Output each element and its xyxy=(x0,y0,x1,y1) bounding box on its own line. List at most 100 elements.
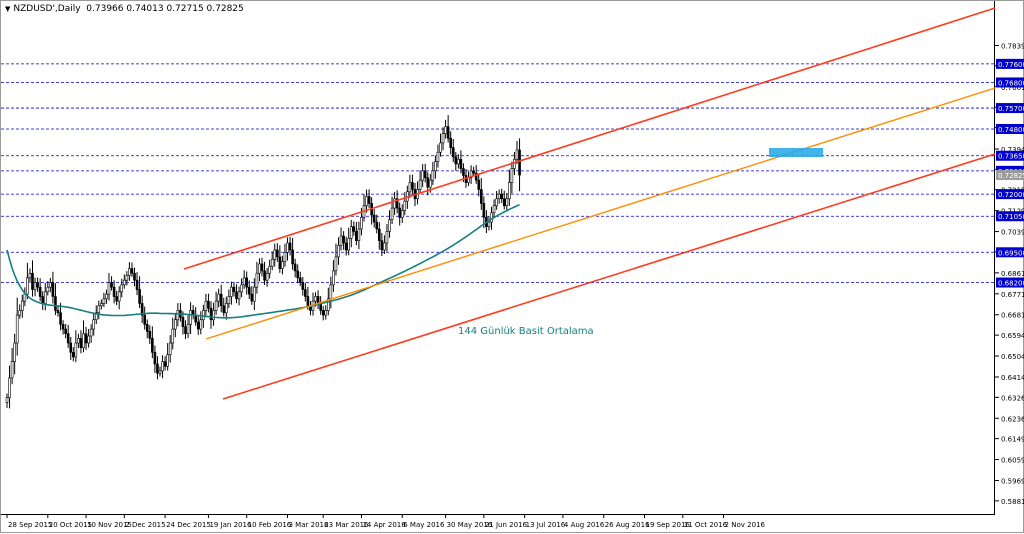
candle-body xyxy=(408,182,412,193)
time-tick-label: 26 Aug 2016 xyxy=(605,521,650,529)
time-tick-label: 19 Jan 2016 xyxy=(209,521,252,529)
candle xyxy=(54,283,57,316)
candle xyxy=(186,315,190,339)
candle-body xyxy=(245,277,248,288)
candle xyxy=(31,260,34,297)
time-axis[interactable]: 28 Sep 201520 Oct 201510 Nov 20152 Dec 2… xyxy=(6,514,765,529)
candle xyxy=(298,271,302,287)
candle xyxy=(189,302,192,334)
candle xyxy=(225,296,228,320)
level-tag-label: 0.77600 xyxy=(998,61,1024,69)
candle-body xyxy=(502,198,506,207)
candle xyxy=(377,222,381,250)
candle xyxy=(334,243,338,276)
candle xyxy=(237,286,241,306)
candle-body xyxy=(112,286,116,297)
candle-body xyxy=(84,333,88,344)
candle xyxy=(332,260,335,292)
candle xyxy=(56,306,60,317)
candle xyxy=(367,189,371,209)
channel-upper-line xyxy=(183,7,996,270)
candle-body xyxy=(240,284,243,293)
candle-body xyxy=(171,328,175,344)
time-tick-label: 4 Aug 2016 xyxy=(564,521,605,529)
candle-body xyxy=(332,270,335,286)
candle-body xyxy=(487,221,491,227)
candle-body xyxy=(168,342,172,355)
candle-body xyxy=(125,275,129,281)
candle xyxy=(385,223,389,252)
candle xyxy=(426,172,430,196)
candle-body xyxy=(102,298,106,304)
candle xyxy=(222,297,226,317)
candle-body xyxy=(66,333,70,344)
price-chart[interactable]: 0.783900.775150.766150.757400.748650.739… xyxy=(1,1,1024,534)
candle xyxy=(5,393,9,408)
price-axis[interactable]: 0.783900.775150.766150.757400.748650.739… xyxy=(995,42,1024,506)
candle-body xyxy=(288,242,292,251)
candle xyxy=(20,294,24,318)
candle-body xyxy=(237,291,241,300)
candle-body xyxy=(314,296,317,302)
candle-body xyxy=(439,142,442,153)
candle-body xyxy=(184,326,187,335)
candle-body xyxy=(451,147,455,158)
candle-body xyxy=(273,249,277,260)
candle-body xyxy=(431,170,435,181)
candle-body xyxy=(20,300,24,311)
candle xyxy=(87,328,90,348)
candle-body xyxy=(286,242,289,253)
candle-body xyxy=(428,179,432,188)
price-tick-label: 0.58815 xyxy=(1001,498,1024,506)
candle xyxy=(49,277,52,293)
candle-body xyxy=(497,193,501,200)
candle xyxy=(227,289,231,309)
candle xyxy=(515,140,519,165)
candle xyxy=(46,281,50,296)
highlight-zone xyxy=(769,148,823,157)
candle xyxy=(107,273,111,301)
candle xyxy=(207,293,210,313)
candle xyxy=(321,306,325,321)
dropdown-arrow-icon[interactable]: ▼ xyxy=(5,5,10,13)
candle-body xyxy=(212,310,215,321)
candle-body xyxy=(324,310,328,316)
candle-body xyxy=(339,235,343,246)
candle-body xyxy=(97,305,101,314)
candle xyxy=(214,291,218,315)
candle-body xyxy=(490,212,493,223)
candle-body xyxy=(298,277,302,283)
candle-body xyxy=(365,196,368,207)
candle xyxy=(153,345,157,373)
candle-body xyxy=(357,228,361,241)
candle-body xyxy=(426,177,430,188)
candle-body xyxy=(457,158,460,165)
candle-body xyxy=(41,296,45,304)
candle xyxy=(110,276,113,291)
price-tick-label: 0.65940 xyxy=(1001,332,1024,340)
candle xyxy=(293,258,297,278)
candle xyxy=(265,268,269,287)
candle-body xyxy=(130,268,134,274)
candle-body xyxy=(59,312,62,325)
candle-body xyxy=(133,272,136,281)
candle xyxy=(421,164,424,188)
candle-body xyxy=(74,342,78,358)
candle xyxy=(112,280,116,304)
time-tick-label: 3 Mar 2016 xyxy=(289,521,329,529)
candle-body xyxy=(51,282,55,297)
candle xyxy=(441,127,445,151)
candle-body xyxy=(242,277,246,286)
candle xyxy=(439,133,442,157)
candle-body xyxy=(281,261,284,269)
candle xyxy=(273,243,277,267)
candle-body xyxy=(258,263,261,274)
candle-body xyxy=(232,286,236,293)
candle xyxy=(477,173,481,197)
candle-body xyxy=(89,328,93,337)
candle xyxy=(133,267,136,287)
candle-body xyxy=(500,193,504,200)
candle-body xyxy=(100,303,103,307)
candle xyxy=(23,287,27,307)
chart-window[interactable]: ▼ NZDUSD',Daily 0.73966 0.74013 0.72715 0… xyxy=(0,0,1024,533)
